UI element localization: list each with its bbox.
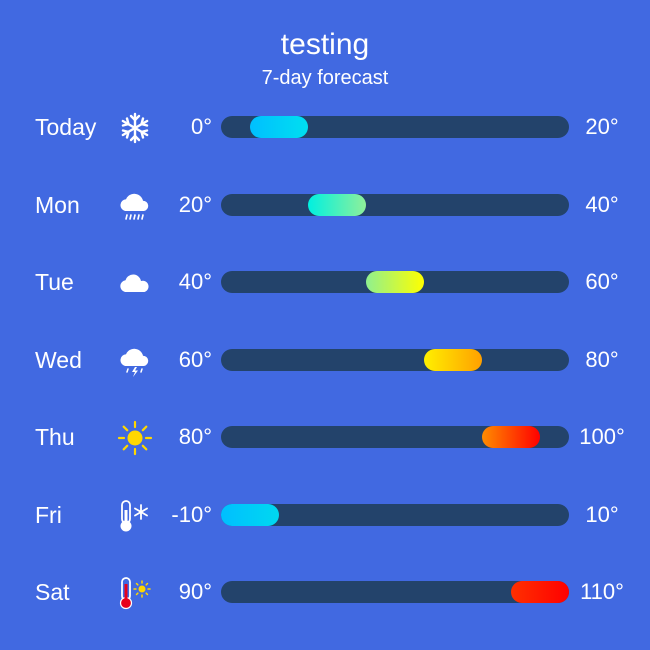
thermometer-hot-icon — [116, 574, 154, 612]
temp-range-track — [221, 426, 569, 448]
forecast-row: Today 0° 20° — [0, 107, 650, 147]
cloud-icon — [116, 264, 154, 302]
temp-range-track — [221, 581, 569, 603]
low-temp: 20° — [178, 191, 212, 217]
temp-range-bar — [511, 581, 569, 603]
day-label: Wed — [35, 346, 82, 373]
low-temp: -10° — [171, 501, 212, 527]
page-subtitle: 7-day forecast — [261, 67, 389, 89]
temp-range-track — [221, 193, 569, 216]
page-title: testing — [280, 28, 370, 61]
low-temp: 40° — [178, 269, 212, 294]
high-temp: 40° — [585, 191, 619, 217]
day-label: Fri — [35, 501, 62, 528]
day-label: Today — [35, 114, 97, 140]
thunderstorm-icon — [116, 342, 154, 380]
sun-icon — [116, 419, 154, 457]
forecast-row: Wed 60° 80° — [0, 340, 650, 380]
low-temp: 90° — [178, 579, 212, 604]
snowflake-icon — [116, 109, 154, 147]
temp-range-track — [221, 271, 569, 293]
high-temp: 60° — [585, 269, 619, 294]
forecast-row: Thu 80° 100° — [0, 417, 650, 457]
high-temp: 10° — [585, 501, 619, 527]
temp-range-bar — [308, 193, 366, 216]
low-temp: 60° — [178, 346, 212, 372]
temp-range-bar — [366, 271, 424, 293]
temp-range-bar — [250, 116, 308, 138]
high-temp: 20° — [585, 114, 619, 139]
day-label: Thu — [35, 424, 75, 450]
low-temp: 0° — [190, 114, 212, 139]
thermometer-cold-icon — [116, 497, 154, 535]
day-label: Tue — [35, 269, 74, 295]
high-temp: 80° — [585, 346, 619, 372]
temp-range-track — [221, 503, 569, 526]
low-temp: 80° — [178, 424, 212, 449]
temp-range-bar — [221, 503, 279, 526]
forecast-row: Mon 20° 40° — [0, 185, 650, 225]
temp-range-track — [221, 348, 569, 371]
forecast-row: Sat 90° 110° — [0, 572, 650, 612]
temp-range-bar — [482, 426, 540, 448]
day-label: Sat — [35, 579, 70, 605]
rain-cloud-icon — [116, 187, 154, 225]
high-temp: 100° — [579, 424, 625, 449]
forecast-row: Fri -10° 10° — [0, 495, 650, 535]
high-temp: 110° — [580, 579, 624, 604]
temp-range-track — [221, 116, 569, 138]
temp-range-bar — [424, 348, 482, 371]
forecast-row: Tue 40° 60° — [0, 262, 650, 302]
day-label: Mon — [35, 191, 80, 218]
